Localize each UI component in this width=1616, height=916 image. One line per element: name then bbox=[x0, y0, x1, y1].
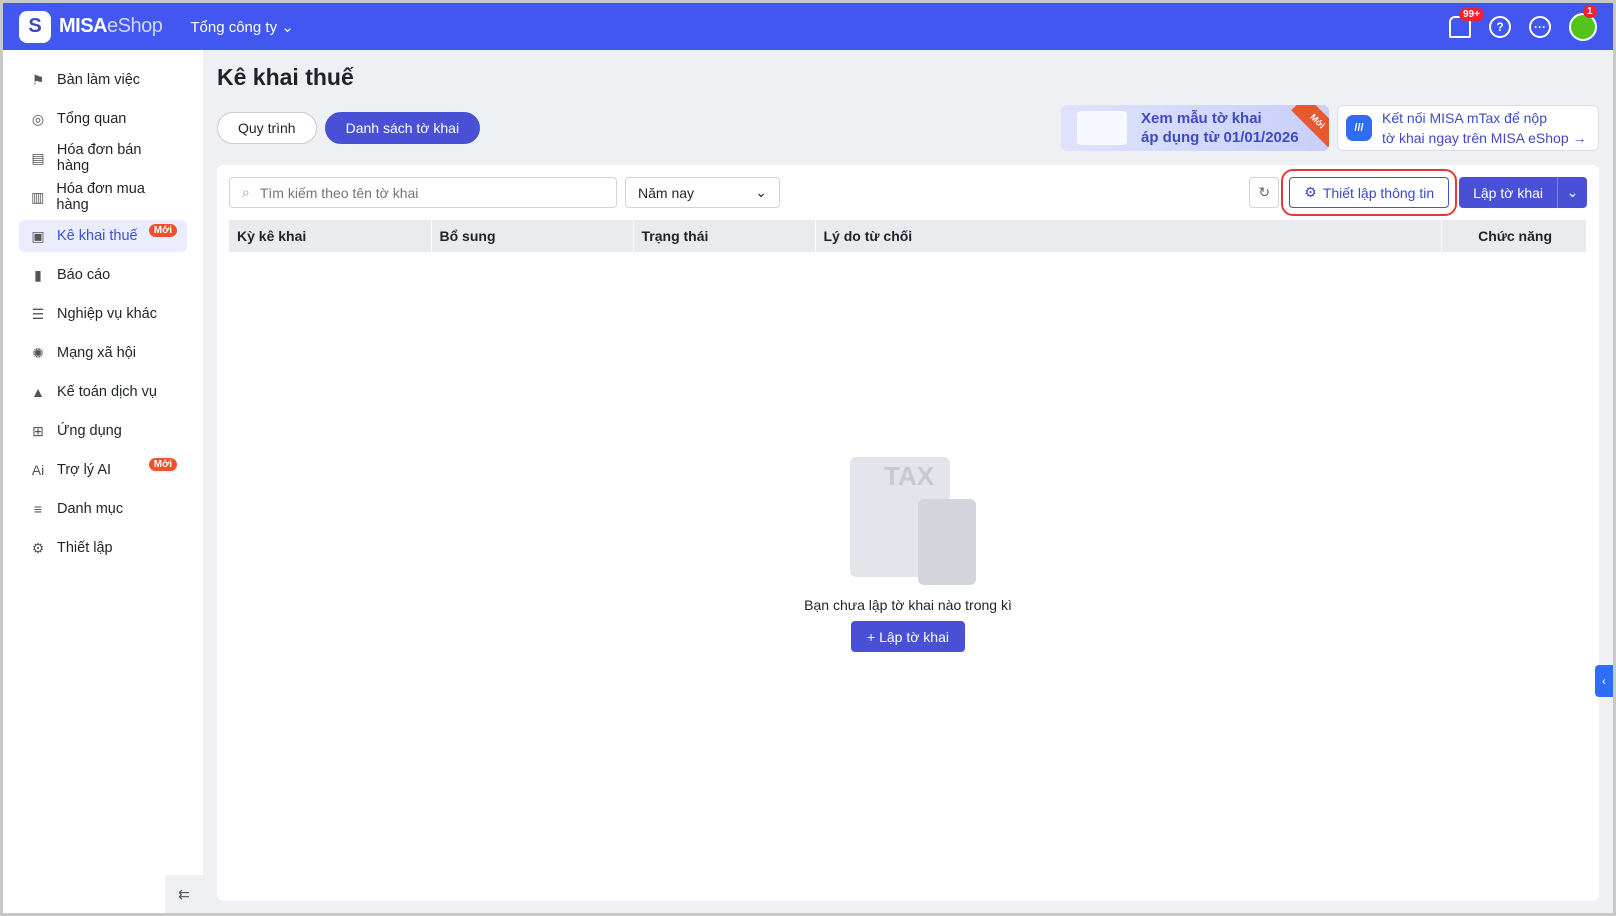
sidebar-item-5[interactable]: ▮ Báo cáo bbox=[19, 259, 187, 291]
new-badge: Mới bbox=[148, 457, 177, 471]
mtax-line2: tờ khai ngay trên MISA eShop → bbox=[1382, 130, 1587, 146]
sidebar-item-8[interactable]: ▲ Kế toán dịch vụ bbox=[19, 376, 187, 408]
search-box[interactable]: ⌕ bbox=[229, 177, 617, 208]
mtax-logo-icon: /// bbox=[1346, 115, 1372, 141]
sidebar-item-label: Trợ lý AI bbox=[57, 462, 112, 478]
sidebar-item-6[interactable]: ☰ Nghiệp vụ khác bbox=[19, 298, 187, 330]
sidebar-item-label: Báo cáo bbox=[57, 267, 111, 283]
tax-illustration-icon bbox=[1077, 111, 1127, 145]
template-banner[interactable]: Xem mẫu tờ khai áp dụng từ 01/01/2026 Mới bbox=[1061, 105, 1329, 151]
logo-icon[interactable]: S bbox=[19, 10, 51, 43]
brand: MISAeShop bbox=[59, 15, 163, 38]
sidebar: ⚑ Bàn làm việc ◎ Tổng quan ▤ Hóa đơn bán hàng… bbox=[3, 50, 203, 913]
setup-label: Thiết lập thông tin bbox=[1322, 184, 1435, 201]
sidebar-icon: ⚙ bbox=[31, 539, 45, 556]
sidebar-icon: Ai bbox=[31, 462, 45, 478]
brand-bold: MISA bbox=[59, 15, 108, 37]
chevron-down-icon: ⌄ bbox=[755, 184, 767, 200]
avatar[interactable]: 1 bbox=[1569, 4, 1597, 41]
sidebar-icon: ▮ bbox=[34, 266, 42, 283]
banner-line2: áp dụng từ 01/01/2026 bbox=[1141, 129, 1299, 146]
sidebar-item-4[interactable]: ▣ Kê khai thuế Mới bbox=[19, 220, 187, 252]
sidebar-icon: ▣ bbox=[31, 227, 45, 244]
org-label: Tổng công ty bbox=[190, 18, 278, 36]
sidebar-item-0[interactable]: ⚑ Bàn làm việc bbox=[19, 64, 187, 96]
sidebar-item-label: Nghiệp vụ khác bbox=[57, 306, 157, 322]
more-icon[interactable]: ··· bbox=[1529, 15, 1551, 38]
sidebar-item-label: Kế toán dịch vụ bbox=[57, 384, 157, 400]
sidebar-item-11[interactable]: ≡ Danh mục bbox=[19, 493, 187, 525]
sidebar-icon: ⊞ bbox=[32, 422, 44, 439]
search-input[interactable] bbox=[259, 184, 616, 201]
gear-icon: ⚙ bbox=[1304, 184, 1317, 200]
sidebar-item-label: Bàn làm việc bbox=[57, 72, 141, 88]
brand-light: eShop bbox=[107, 15, 163, 37]
mtax-line1: Kết nối MISA mTax để nộp bbox=[1382, 110, 1547, 126]
sidebar-item-2[interactable]: ▤ Hóa đơn bán hàng bbox=[19, 142, 187, 174]
refresh-icon: ↻ bbox=[1258, 184, 1271, 200]
chevron-down-icon: ⌄ bbox=[281, 18, 294, 36]
mtax-banner[interactable]: /// Kết nối MISA mTax để nộp tờ khai ngay… bbox=[1337, 105, 1599, 151]
sidebar-item-label: Tổng quan bbox=[57, 111, 127, 127]
bell-icon[interactable]: 99+ bbox=[1449, 7, 1484, 38]
sidebar-item-3[interactable]: ▥ Hóa đơn mua hàng bbox=[19, 181, 187, 213]
collapse-sidebar-icon[interactable]: ⇇ bbox=[165, 875, 203, 913]
declaration-list-card: ⌕ Năm nay ⌄ ↻ ⚙ Thiết lập thông tin Lập tờ… bbox=[217, 165, 1599, 901]
setup-info-button[interactable]: ⚙ Thiết lập thông tin bbox=[1281, 169, 1458, 216]
sidebar-icon: ▲ bbox=[31, 384, 45, 400]
period-select[interactable]: Năm nay ⌄ bbox=[625, 177, 780, 208]
tax-calculator-icon: TAX bbox=[838, 449, 978, 589]
refresh-button[interactable]: ↻ bbox=[1249, 177, 1280, 208]
app-window: S MISAeShop Tổng công ty ⌄ 99+ ? ··· 1 ⚑… bbox=[3, 3, 1613, 913]
search-icon: ⌕ bbox=[242, 184, 250, 200]
help-icon[interactable]: ? bbox=[1489, 15, 1511, 38]
sidebar-item-label: Ứng dụng bbox=[57, 423, 122, 439]
expand-panel-icon[interactable]: ‹ bbox=[1595, 665, 1613, 697]
sidebar-icon: ▤ bbox=[31, 149, 45, 166]
sidebar-icon: ☰ bbox=[31, 305, 45, 322]
notification-badge: 99+ bbox=[1459, 7, 1484, 21]
sidebar-item-label: Hóa đơn mua hàng bbox=[56, 181, 145, 213]
sidebar-item-label: Kê khai thuế bbox=[57, 228, 138, 244]
main-content: Kê khai thuế Quy trình Danh sách tờ khai… bbox=[203, 50, 1613, 913]
top-bar: S MISAeShop Tổng công ty ⌄ 99+ ? ··· 1 bbox=[3, 3, 1613, 50]
empty-message: Bạn chưa lập tờ khai nào trong kì bbox=[804, 597, 1012, 613]
sidebar-icon: ⚑ bbox=[31, 71, 45, 88]
chevron-down-icon: ⌄ bbox=[1566, 184, 1579, 200]
create-dropdown-button[interactable]: ⌄ bbox=[1557, 177, 1587, 208]
page-title: Kê khai thuế bbox=[217, 64, 354, 90]
empty-state: TAX Bạn chưa lập tờ khai nào trong kì + … bbox=[229, 212, 1587, 889]
sidebar-icon: ✺ bbox=[32, 344, 44, 361]
sidebar-icon: ≡ bbox=[33, 501, 43, 517]
banner-line1: Xem mẫu tờ khai bbox=[1141, 110, 1262, 127]
tab-danh-sach-to-khai[interactable]: Danh sách tờ khai bbox=[324, 112, 481, 144]
calculator bbox=[918, 499, 976, 585]
period-value: Năm nay bbox=[638, 184, 695, 201]
sidebar-item-10[interactable]: Ai Trợ lý AI Mới bbox=[19, 454, 187, 486]
create-declaration-button[interactable]: Lập tờ khai bbox=[1459, 177, 1557, 208]
sidebar-item-label: Mạng xã hội bbox=[57, 345, 136, 361]
sidebar-icon: ◎ bbox=[31, 110, 45, 127]
empty-create-button[interactable]: + Lập tờ khai bbox=[851, 621, 965, 652]
sidebar-item-label: Thiết lập bbox=[57, 540, 113, 556]
sidebar-item-7[interactable]: ✺ Mạng xã hội bbox=[19, 337, 187, 369]
sidebar-item-1[interactable]: ◎ Tổng quan bbox=[19, 103, 187, 135]
sidebar-item-label: Danh mục bbox=[57, 501, 124, 517]
avatar-badge: 1 bbox=[1583, 4, 1597, 18]
sidebar-item-12[interactable]: ⚙ Thiết lập bbox=[19, 532, 187, 564]
sidebar-icon: ▥ bbox=[31, 188, 45, 205]
new-badge: Mới bbox=[148, 223, 177, 237]
tab-quy-trinh[interactable]: Quy trình bbox=[217, 112, 317, 144]
sidebar-item-9[interactable]: ⊞ Ứng dụng bbox=[19, 415, 187, 447]
org-selector[interactable]: Tổng công ty ⌄ bbox=[190, 18, 293, 36]
sidebar-item-label: Hóa đơn bán hàng bbox=[56, 142, 142, 174]
